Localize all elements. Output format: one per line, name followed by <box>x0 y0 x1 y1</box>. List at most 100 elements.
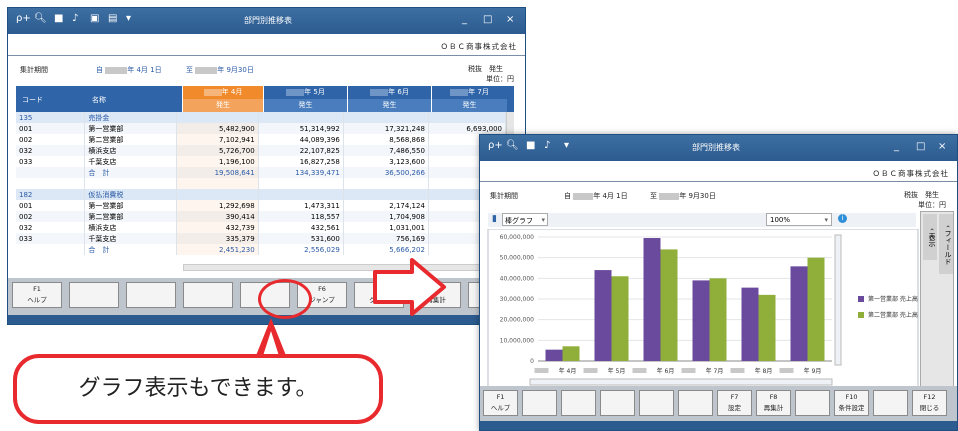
fkey-f7-button[interactable]: F7 設定 <box>717 390 752 416</box>
value-cell: 1,704,908 <box>343 211 429 222</box>
field-tab[interactable]: ‹ フィールド <box>939 214 953 274</box>
table-row[interactable]: 032横浜支店5,726,70022,107,8257,486,5501,28 <box>16 145 507 156</box>
value-cell: 1,473,311 <box>258 200 344 211</box>
dropdown-icon[interactable]: ▾ <box>564 140 569 151</box>
fkey-blank-3-button[interactable] <box>183 282 233 308</box>
period-to[interactable]: 至 年 9月30日 <box>650 191 716 201</box>
period-from[interactable]: 自 年 4月 1日 <box>564 191 628 201</box>
fkey-f1-button[interactable]: F1 ヘルプ <box>483 390 518 416</box>
fkey-blank-1-button[interactable] <box>522 390 557 416</box>
zoom-select[interactable]: 100% ▾ <box>766 213 832 226</box>
fkey-f8-button[interactable]: F8 再集計 <box>756 390 791 416</box>
period-from[interactable]: 自 年 4月 1日 <box>96 65 162 75</box>
table-row[interactable]: 135 売掛金 <box>16 112 507 123</box>
search-menu-icon[interactable]: ρ+ <box>488 140 503 151</box>
bar <box>807 257 825 361</box>
table-row[interactable]: 002第二営業部7,102,94144,089,3968,568,868-2 <box>16 134 507 145</box>
fkey-blank-2-button[interactable] <box>561 390 596 416</box>
table-row[interactable]: 合 計2,451,2302,556,0295,666,2024,03 <box>16 244 507 255</box>
code-cell: 002 <box>16 211 86 222</box>
table-row[interactable] <box>16 178 507 189</box>
excel-icon[interactable]: ▤ <box>108 13 117 24</box>
month-header-4[interactable]: 年 7月 発生 <box>431 86 507 112</box>
fkey-number: F1 <box>33 285 41 293</box>
zoom-icon[interactable]: 🔍︎ <box>506 140 519 151</box>
table-row[interactable]: 001第一営業部1,292,6981,473,3112,174,1241,46 <box>16 200 507 211</box>
table-row[interactable]: 合 計19,508,641134,339,47136,500,26610,74 <box>16 167 507 178</box>
table-row[interactable]: 002第二営業部390,414118,5571,704,9081,35 <box>16 211 507 222</box>
zoom-icon[interactable]: 🔍︎ <box>34 13 47 24</box>
display-tab-label: 表示 <box>928 233 936 248</box>
options-label: 税抜 発生 <box>904 191 939 199</box>
value-cell: 335,379 <box>176 233 259 244</box>
bar <box>660 249 678 361</box>
minimize-button[interactable]: _ <box>462 14 467 25</box>
redacted-year <box>105 66 128 74</box>
fkey-blank-4-button[interactable] <box>639 390 674 416</box>
title-bar: ρ+ 🔍︎ ■ ♪ ▾ 部門別推移表 _ □ × <box>480 135 957 161</box>
export-icon[interactable]: ♪ <box>544 140 550 151</box>
fkey-f10-button[interactable]: F10 条件設定 <box>834 390 869 416</box>
close-button[interactable]: × <box>506 14 514 25</box>
x-tick-label: 年 8月 <box>755 367 773 375</box>
table-row[interactable]: 033千葉支店1,196,10016,827,2583,123,6002,78 <box>16 156 507 167</box>
display-tab[interactable]: ‹ 表示 <box>923 214 937 260</box>
sub-header: 発生 <box>432 99 507 112</box>
month-header-1[interactable]: 年 4月 発生 <box>182 86 263 112</box>
export-icon[interactable]: ♪ <box>72 13 78 24</box>
horizontal-scrollbar[interactable] <box>183 264 503 271</box>
period-to[interactable]: 至 年 9月30日 <box>186 65 254 75</box>
month-header-3[interactable]: 年 6月 発生 <box>347 86 431 112</box>
copy-icon[interactable]: ▣ <box>90 13 99 24</box>
x-tick-label: 年 5月 <box>608 367 626 375</box>
maximize-button[interactable]: □ <box>916 141 925 152</box>
fkey-blank-3-button[interactable] <box>600 390 635 416</box>
fkey-f12-button[interactable]: F12 閉じる <box>912 390 947 416</box>
print-icon[interactable]: ■ <box>54 13 63 24</box>
chart-h-scrollbar <box>529 378 833 386</box>
value-cell: 3,123,600 <box>343 156 429 167</box>
bar <box>758 294 776 361</box>
table-row[interactable]: 182 仮払消費税 <box>16 189 507 200</box>
maximize-button[interactable]: □ <box>483 14 492 25</box>
redacted-year <box>632 368 647 373</box>
fkey-blank-8-button[interactable] <box>795 390 830 416</box>
dropdown-icon[interactable]: ▾ <box>126 13 131 24</box>
minimize-button[interactable]: _ <box>894 141 899 152</box>
name-cell: 売掛金 <box>84 112 177 123</box>
month-header-2[interactable]: 年 5月 発生 <box>263 86 347 112</box>
close-button[interactable]: × <box>938 141 946 152</box>
value-cell: 2,174,124 <box>343 200 429 211</box>
legend-label: 第一営業部 売上高 <box>868 295 918 303</box>
y-tick-label: 30,000,000 <box>500 296 535 303</box>
name-cell <box>84 178 177 189</box>
legend-swatch <box>858 312 864 318</box>
info-icon[interactable]: i <box>838 214 847 223</box>
fkey-blank-2-button[interactable] <box>126 282 176 308</box>
month-label: 年 6月 <box>388 88 409 96</box>
table-row[interactable]: 032横浜支店432,739432,5611,031,00172 <box>16 222 507 233</box>
y-tick-label: 0 <box>530 358 534 365</box>
value-cell: 19,508,641 <box>176 167 259 178</box>
bar <box>692 280 710 361</box>
status-bar <box>480 421 957 430</box>
fkey-blank-10-button[interactable] <box>873 390 908 416</box>
value-cell <box>258 178 344 189</box>
table-row[interactable]: 033千葉支店335,379531,600756,16948 <box>16 233 507 244</box>
fkey-label: 条件設定 <box>838 404 865 412</box>
side-panel: ‹ 表示 ‹ フィールド <box>920 211 954 387</box>
graph-type-label: 棒グラフ <box>505 217 533 225</box>
value-cell <box>343 178 429 189</box>
fkey-f1-button[interactable]: F1 ヘルプ <box>12 282 62 308</box>
print-icon[interactable]: ■ <box>526 140 535 151</box>
value-cell <box>428 112 507 123</box>
fkey-blank-1-button[interactable] <box>69 282 119 308</box>
fkey-blank-5-button[interactable] <box>678 390 713 416</box>
table-row[interactable]: 001 第一営業部 5,482,900 51,314,992 17,321,248 6,6… <box>16 123 507 134</box>
legend-swatch <box>858 296 864 302</box>
graph-type-select[interactable]: 棒グラフ ▾ <box>502 213 548 226</box>
fkey-label: 閉じる <box>919 404 940 412</box>
bar <box>790 266 808 361</box>
search-menu-icon[interactable]: ρ+ <box>16 13 31 24</box>
value-cell: 22,107,825 <box>258 145 344 156</box>
